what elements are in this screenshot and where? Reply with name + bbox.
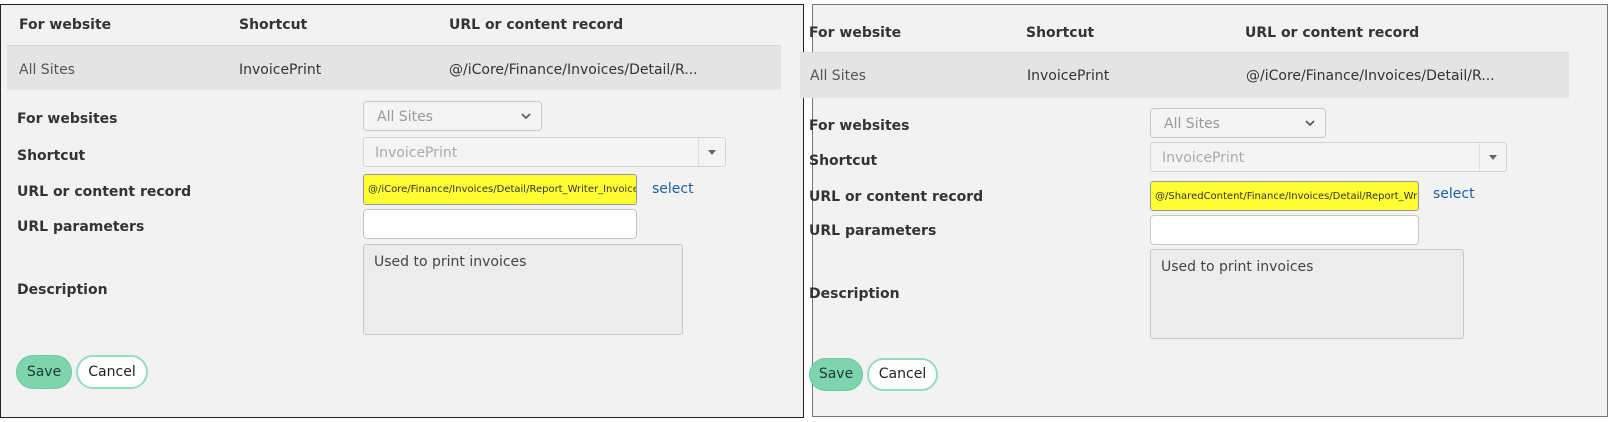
label-for-websites: For websites	[17, 111, 118, 127]
shortcut-combobox[interactable]: InvoicePrint	[363, 137, 726, 167]
row-website: All Sites	[810, 68, 866, 84]
row-shortcut: InvoicePrint	[239, 62, 322, 78]
combobox-divider	[698, 138, 699, 166]
combobox-divider	[1479, 143, 1480, 171]
label-url-parameters: URL parameters	[809, 223, 937, 239]
label-description: Description	[809, 286, 900, 302]
shortcut-editor-left: For website Shortcut URL or content reco…	[0, 4, 804, 418]
row-url: @/iCore/Finance/Invoices/Detail/R...	[1246, 68, 1495, 84]
url-parameters-input[interactable]	[1150, 215, 1419, 245]
label-url: URL or content record	[17, 184, 192, 200]
cancel-button[interactable]: Cancel	[76, 355, 148, 389]
label-shortcut: Shortcut	[17, 148, 86, 164]
description-textarea[interactable]: Used to print invoices	[1150, 249, 1464, 339]
caret-down-icon[interactable]	[708, 150, 716, 155]
url-parameters-input[interactable]	[363, 209, 637, 239]
select-link[interactable]: select	[652, 181, 694, 197]
table-header: For website Shortcut URL or content reco…	[7, 5, 787, 43]
url-field[interactable]: @/iCore/Finance/Invoices/Detail/Report_W…	[363, 174, 637, 205]
label-shortcut: Shortcut	[809, 153, 878, 169]
chevron-down-icon	[521, 113, 531, 120]
row-shortcut: InvoicePrint	[1027, 68, 1110, 84]
description-textarea[interactable]: Used to print invoices	[363, 244, 683, 335]
table-row[interactable]: All Sites InvoicePrint @/iCore/Finance/I…	[800, 52, 1569, 98]
header-for-website: For website	[809, 25, 902, 41]
websites-select-value: All Sites	[377, 109, 433, 125]
cancel-button[interactable]: Cancel	[867, 358, 938, 391]
label-url-parameters: URL parameters	[17, 219, 145, 235]
websites-select-value: All Sites	[1164, 116, 1220, 132]
caret-down-icon[interactable]	[1489, 155, 1497, 160]
shortcut-editor-right: For website Shortcut URL or content reco…	[800, 1, 1611, 420]
label-url: URL or content record	[809, 189, 984, 205]
shortcut-combobox-value: InvoicePrint	[1162, 150, 1245, 166]
url-field[interactable]: @/SharedContent/Finance/Invoices/Detail/…	[1150, 181, 1419, 211]
shortcut-combobox-value: InvoicePrint	[375, 145, 458, 161]
select-link[interactable]: select	[1433, 186, 1475, 202]
header-for-website: For website	[19, 17, 112, 33]
table-row[interactable]: All Sites InvoicePrint @/iCore/Finance/I…	[7, 45, 781, 90]
shortcut-combobox[interactable]: InvoicePrint	[1150, 142, 1507, 172]
save-button[interactable]: Save	[809, 358, 863, 391]
table-header: For website Shortcut URL or content reco…	[809, 5, 1589, 43]
websites-select[interactable]: All Sites	[363, 101, 542, 131]
header-shortcut: Shortcut	[239, 17, 308, 33]
label-description: Description	[17, 282, 108, 298]
save-button[interactable]: Save	[16, 355, 72, 389]
header-url: URL or content record	[449, 17, 624, 33]
label-for-websites: For websites	[809, 118, 910, 134]
header-url: URL or content record	[1245, 25, 1420, 41]
chevron-down-icon	[1305, 120, 1315, 127]
row-url: @/iCore/Finance/Invoices/Detail/R...	[449, 62, 698, 78]
row-website: All Sites	[19, 62, 75, 78]
header-shortcut: Shortcut	[1026, 25, 1095, 41]
websites-select[interactable]: All Sites	[1150, 108, 1326, 138]
